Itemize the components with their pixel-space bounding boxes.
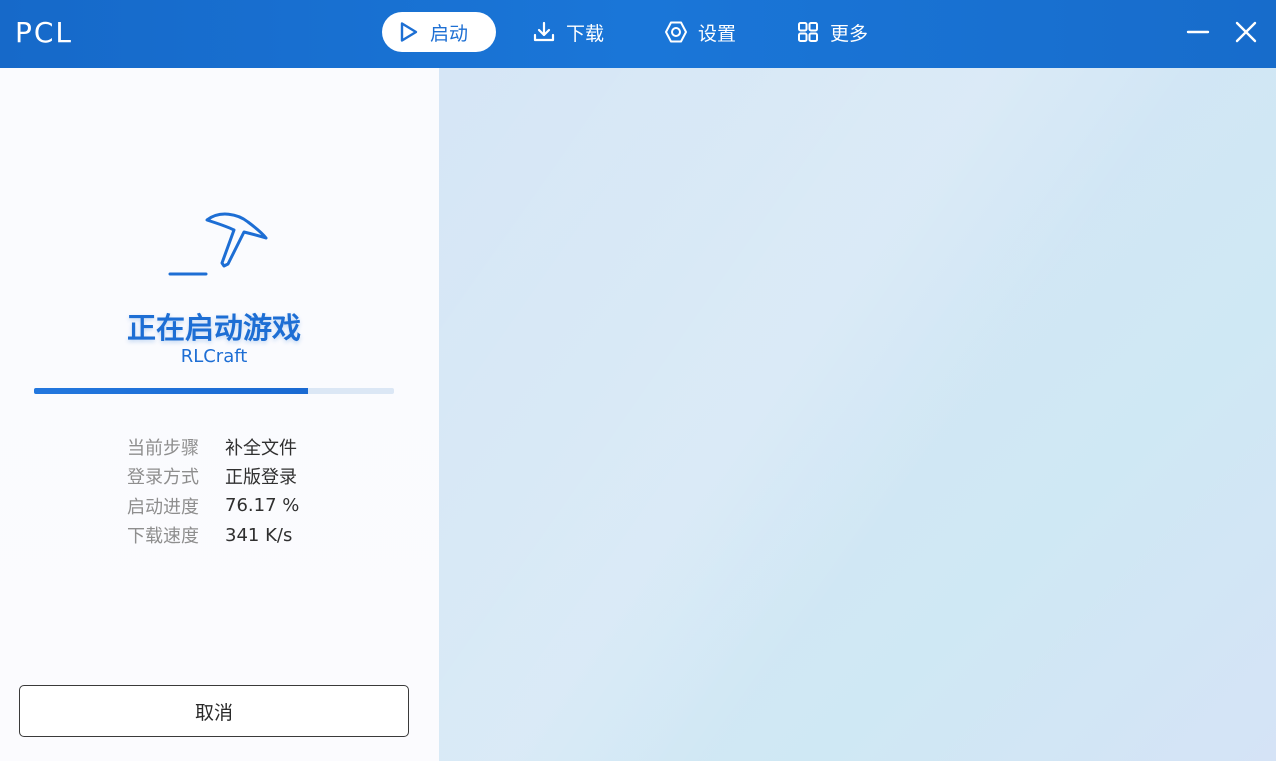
detail-label: 下载速度 — [127, 526, 199, 548]
detail-row: 下载速度 341 K/s — [127, 521, 299, 551]
content-area — [439, 68, 1276, 761]
settings-icon — [664, 20, 688, 44]
detail-label: 当前步骤 — [127, 437, 199, 459]
detail-row: 登录方式 正版登录 — [127, 462, 299, 492]
detail-value: 正版登录 — [225, 467, 297, 489]
detail-value: 341 K/s — [225, 524, 293, 546]
nav-settings-label: 设置 — [698, 22, 737, 45]
nav-download[interactable]: 下载 — [518, 12, 618, 52]
close-icon — [1235, 21, 1257, 43]
launch-panel: 正在启动游戏 RLCraft 当前步骤 补全文件 登录方式 正版登录 启动进度 … — [0, 68, 439, 761]
minimize-button[interactable] — [1184, 18, 1212, 46]
detail-row: 当前步骤 补全文件 — [127, 432, 299, 462]
detail-value: 补全文件 — [225, 437, 297, 459]
nav-download-label: 下载 — [566, 22, 605, 45]
launch-details: 当前步骤 补全文件 登录方式 正版登录 启动进度 76.17 % 下载速度 34… — [127, 432, 299, 550]
close-button[interactable] — [1232, 18, 1260, 46]
title-bar: PCL 启动 下载 设置 更多 — [0, 0, 1276, 68]
minimize-icon — [1186, 30, 1210, 34]
nav-launch[interactable]: 启动 — [382, 12, 496, 52]
detail-row: 启动进度 76.17 % — [127, 491, 299, 521]
detail-label: 启动进度 — [127, 496, 199, 518]
launch-progress-fill — [34, 388, 309, 394]
launch-progress-bar — [34, 388, 394, 394]
app-logo: PCL — [15, 16, 74, 49]
cancel-button[interactable]: 取消 — [19, 685, 409, 737]
download-icon — [532, 20, 556, 44]
pickaxe-icon — [168, 212, 268, 276]
nav-settings[interactable]: 设置 — [650, 12, 750, 52]
instance-name: RLCraft — [180, 346, 248, 367]
detail-value: 76.17 % — [225, 495, 300, 517]
launch-status-title: 正在启动游戏 — [126, 311, 301, 345]
nav-more[interactable]: 更多 — [782, 12, 882, 52]
nav-more-label: 更多 — [830, 22, 869, 45]
detail-label: 登录方式 — [127, 467, 199, 489]
play-icon — [396, 20, 420, 44]
grid-icon — [796, 20, 820, 44]
nav-launch-label: 启动 — [430, 22, 469, 45]
